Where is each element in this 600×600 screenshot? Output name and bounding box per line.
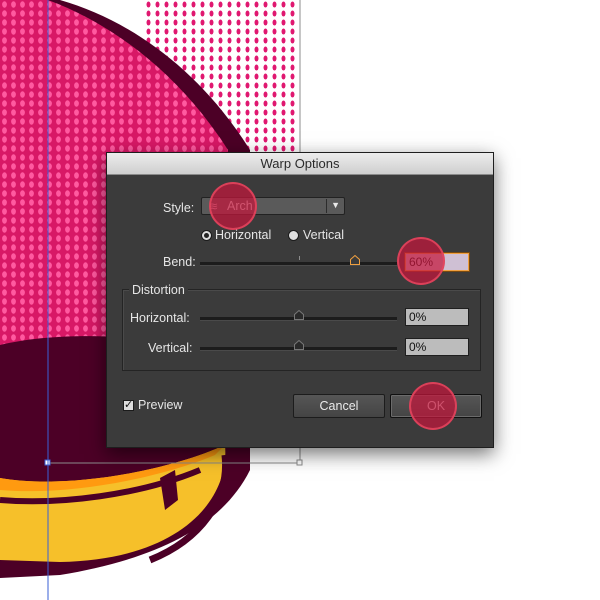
arch-warp-icon: ≋ xyxy=(209,201,219,213)
distortion-vertical-label: Vertical: xyxy=(148,341,193,355)
cancel-button[interactable]: Cancel xyxy=(293,394,385,418)
chevron-down-icon[interactable]: ▼ xyxy=(331,200,340,210)
distortion-horizontal-field[interactable]: 0% xyxy=(405,308,469,326)
preview-checkbox[interactable]: ✓ xyxy=(123,400,134,411)
bend-value-field[interactable]: 60% xyxy=(405,253,469,271)
distortion-group xyxy=(122,289,481,371)
vertical-radio-label: Vertical xyxy=(303,228,344,242)
distortion-horizontal-thumb[interactable] xyxy=(294,310,304,320)
style-label: Style: xyxy=(163,201,195,215)
horizontal-radio-label: Horizontal xyxy=(215,228,272,242)
distortion-vertical-field[interactable]: 0% xyxy=(405,338,469,356)
vertical-radio[interactable] xyxy=(288,230,299,241)
style-dropdown[interactable]: ≋ Arch ▼ xyxy=(201,197,345,215)
preview-label: Preview xyxy=(138,398,183,412)
distortion-title: Distortion xyxy=(129,283,188,297)
checkmark-icon: ✓ xyxy=(124,399,134,411)
horizontal-radio[interactable] xyxy=(201,230,212,241)
warp-options-dialog: Warp Options Style: ≋ Arch ▼ Horizontal … xyxy=(106,152,494,448)
style-value: Arch xyxy=(227,199,253,213)
bend-label: Bend: xyxy=(163,255,196,269)
bend-slider-track[interactable] xyxy=(200,262,397,266)
bend-slider-thumb[interactable] xyxy=(350,255,360,265)
dialog-title: Warp Options xyxy=(107,153,493,175)
distortion-vertical-thumb[interactable] xyxy=(294,340,304,350)
dropdown-separator xyxy=(326,199,327,213)
distortion-horizontal-label: Horizontal: xyxy=(130,311,190,325)
ok-button[interactable]: OK xyxy=(390,394,482,418)
bend-slider-center-tick xyxy=(299,256,300,260)
